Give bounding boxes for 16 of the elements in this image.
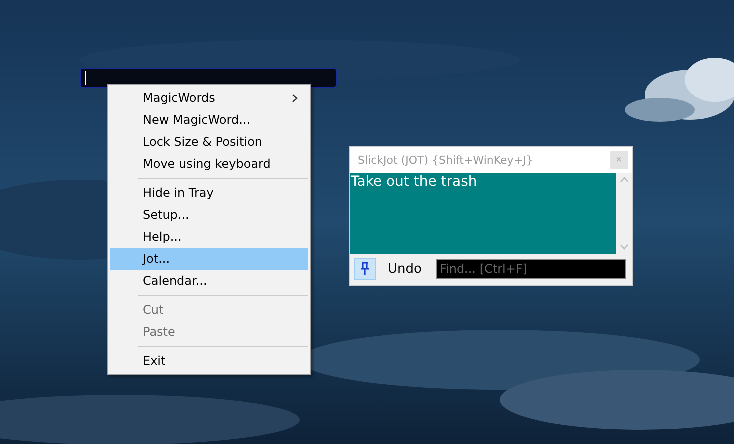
undo-button[interactable]: Undo [380,262,430,276]
find-field[interactable]: Find... [Ctrl+F] [436,259,626,279]
menu-item[interactable]: Exit [110,350,308,372]
window-title: SlickJot (JOT) {Shift+WinKey+J} [358,154,534,166]
menu-item[interactable]: Calendar... [110,270,308,292]
note-text[interactable]: Take out the trash [350,173,616,254]
pin-icon [360,262,370,276]
menu-item[interactable]: Jot... [110,248,308,270]
menu-item[interactable]: Move using keyboard [110,153,308,175]
menu-item[interactable]: MagicWords [110,87,308,109]
pin-button[interactable] [354,258,376,280]
menu-item[interactable]: Setup... [110,204,308,226]
menu-item[interactable]: Lock Size & Position [110,131,308,153]
menu-item[interactable]: Help... [110,226,308,248]
menu-item[interactable]: Hide in Tray [110,182,308,204]
menu-item[interactable]: New MagicWord... [110,109,308,131]
